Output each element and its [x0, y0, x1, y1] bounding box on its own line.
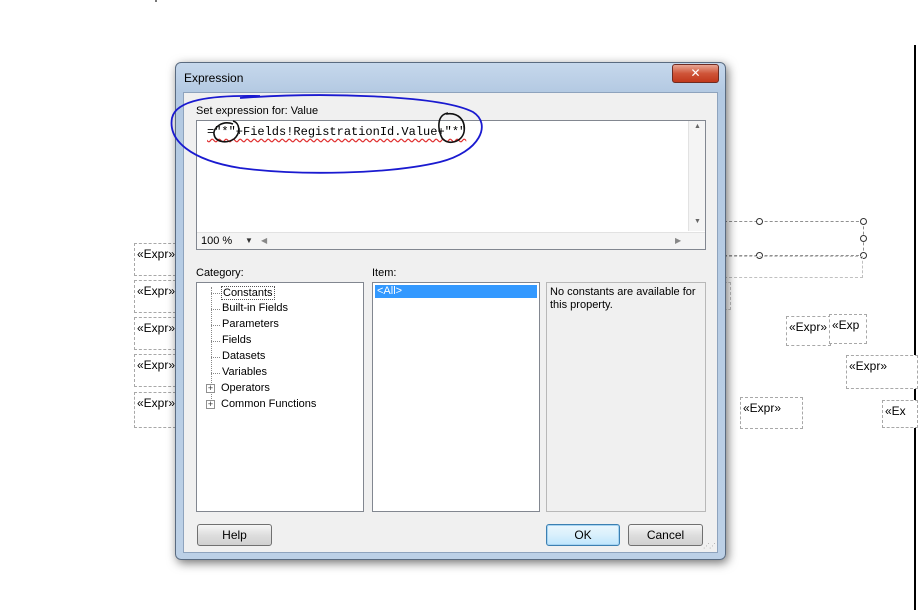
zoom-dropdown[interactable]: 100 % — [201, 235, 232, 247]
resize-handle[interactable] — [756, 218, 763, 225]
close-icon: ✕ — [690, 66, 701, 80]
vertical-scrollbar[interactable]: ▲ ▼ — [688, 121, 705, 231]
help-button[interactable]: Help — [197, 524, 272, 546]
category-label: Category: — [196, 267, 244, 279]
selected-textbox[interactable] — [724, 221, 864, 256]
expr-textbox[interactable]: «Expr» — [134, 280, 176, 313]
tree-item-variables[interactable]: Variables — [222, 366, 267, 378]
tree-item-datasets[interactable]: Datasets — [222, 350, 265, 362]
expr-textbox[interactable]: «Expr» — [134, 243, 176, 276]
tree-item-operators[interactable]: Operators — [221, 382, 270, 394]
description-text: No constants are available for this prop… — [550, 286, 696, 311]
scroll-up-icon[interactable]: ▲ — [689, 123, 706, 130]
expr-textbox[interactable]: «Expr» — [134, 317, 176, 350]
tree-connector — [211, 325, 220, 326]
tree-item-built-in-fields[interactable]: Built-in Fields — [222, 302, 288, 314]
list-item-all[interactable]: <All> — [375, 285, 537, 298]
title-bar[interactable]: Expression ✕ — [176, 63, 725, 91]
expression-editor[interactable]: ="*"+Fields!RegistrationId.Value+"*" ▲ ▼… — [196, 120, 706, 250]
report-textbox[interactable] — [724, 256, 863, 278]
expr-textbox[interactable]: «Expr» — [846, 355, 918, 389]
expand-plus-icon[interactable]: + — [206, 400, 215, 409]
dialog-title: Expression — [184, 71, 244, 85]
tree-item-common-functions[interactable]: Common Functions — [221, 398, 316, 410]
expand-plus-icon[interactable]: + — [206, 384, 215, 393]
category-tree[interactable]: Constants Built-in Fields Parameters Fie… — [196, 282, 364, 512]
designer-edge — [914, 45, 916, 610]
description-panel: No constants are available for this prop… — [546, 282, 706, 512]
tree-connector — [211, 309, 220, 310]
tree-item-constants[interactable]: Constants — [221, 286, 275, 300]
tree-connector — [211, 341, 220, 342]
tree-connector — [211, 293, 220, 294]
expr-textbox[interactable]: «Ex — [882, 400, 918, 428]
expr-textbox[interactable]: «Exp — [829, 314, 867, 344]
dialog-body: Set expression for: Value ="*"+Fields!Re… — [183, 92, 718, 553]
cancel-button[interactable]: Cancel — [628, 524, 703, 546]
item-list[interactable]: <All> — [372, 282, 540, 512]
expression-dialog: Expression ✕ Set expression for: Value =… — [175, 62, 726, 560]
set-expression-label: Set expression for: Value — [196, 105, 319, 117]
tree-item-parameters[interactable]: Parameters — [222, 318, 279, 330]
scroll-down-icon[interactable]: ▼ — [689, 218, 706, 225]
editor-footer: 100 % ▼ ◀ ▶ — [197, 232, 705, 249]
stray-dot — [155, 0, 157, 2]
chevron-down-icon[interactable]: ▼ — [245, 236, 253, 245]
tree-item-fields[interactable]: Fields — [222, 334, 251, 346]
scroll-left-icon[interactable]: ◀ — [261, 236, 267, 245]
tree-connector — [211, 357, 220, 358]
resize-handle[interactable] — [860, 218, 867, 225]
resize-handle[interactable] — [860, 235, 867, 242]
item-label: Item: — [372, 267, 397, 279]
close-button[interactable]: ✕ — [672, 64, 719, 83]
scroll-right-icon[interactable]: ▶ — [675, 236, 681, 245]
resize-grip-icon[interactable]: ⋰⋰ — [703, 542, 716, 550]
expr-textbox[interactable]: «Expr» — [134, 392, 176, 428]
expr-textbox[interactable]: «Expr» — [134, 354, 176, 387]
ok-button[interactable]: OK — [546, 524, 620, 546]
expression-text[interactable]: ="*"+Fields!RegistrationId.Value+"*" — [207, 125, 466, 139]
expr-textbox[interactable]: «Expr» — [740, 397, 803, 429]
expr-textbox[interactable]: «Expr» — [786, 316, 831, 346]
tree-connector — [211, 373, 220, 374]
